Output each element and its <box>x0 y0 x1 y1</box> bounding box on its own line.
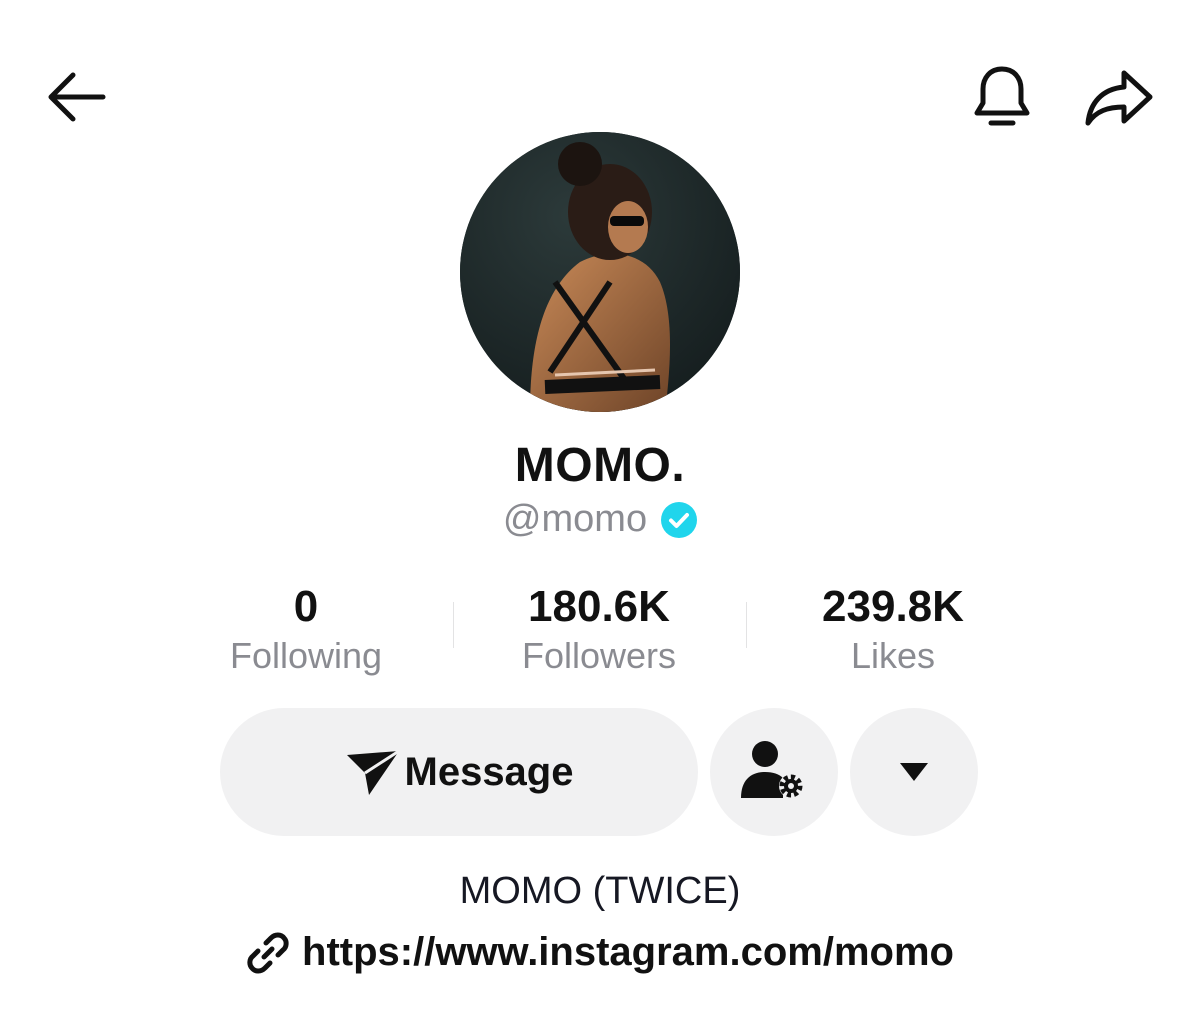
message-button[interactable]: Message <box>220 708 698 836</box>
likes-count: 239.8K <box>822 582 964 631</box>
notification-bell-button[interactable] <box>960 58 1044 138</box>
friend-settings-button[interactable] <box>710 708 838 836</box>
link-icon <box>247 932 289 973</box>
back-button[interactable] <box>36 62 114 132</box>
followers-count: 180.6K <box>528 582 670 631</box>
more-options-button[interactable] <box>850 708 978 836</box>
bio-link[interactable]: https://www.instagram.com/momo <box>0 930 1200 975</box>
handle-row: @momo <box>0 498 1200 541</box>
share-button[interactable] <box>1074 58 1164 138</box>
share-arrow-icon <box>1085 70 1153 126</box>
likes-label: Likes <box>850 635 936 676</box>
arrow-left-icon <box>48 72 106 122</box>
stat-followers[interactable]: 180.6K Followers <box>449 580 749 678</box>
avatar-image <box>460 132 740 412</box>
link-url: https://www.instagram.com/momo <box>302 930 954 974</box>
user-settings-icon <box>741 741 803 798</box>
display-name: MOMO. <box>514 439 686 492</box>
bio-text: MOMO (TWICE) <box>459 870 741 912</box>
following-count: 0 <box>293 582 319 631</box>
verified-badge-icon <box>661 501 698 538</box>
stat-likes[interactable]: 239.8K Likes <box>743 580 1043 678</box>
followers-label: Followers <box>521 635 677 676</box>
username-handle: @momo <box>502 498 648 540</box>
bell-icon <box>974 66 1030 126</box>
send-plane-icon <box>346 749 400 795</box>
caret-down-icon <box>900 763 928 781</box>
following-label: Following <box>229 635 383 676</box>
stat-following[interactable]: 0 Following <box>156 580 456 678</box>
avatar[interactable] <box>460 132 740 412</box>
message-label: Message <box>404 749 574 794</box>
